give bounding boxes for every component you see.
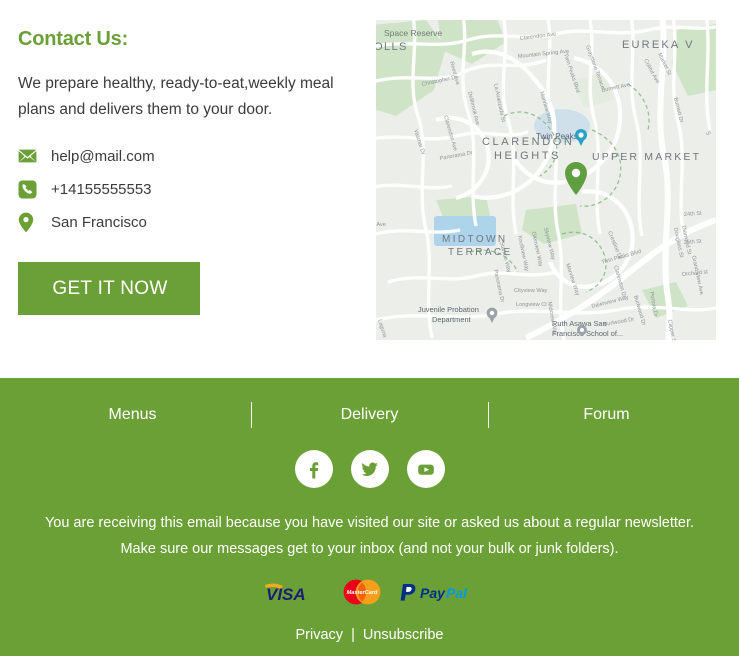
footer-link-menus[interactable]: Menus xyxy=(53,406,213,424)
mastercard-logo: MasterCard xyxy=(339,578,385,611)
contact-details-list: help@mail.com +14155555553 San Francisco xyxy=(18,145,363,233)
twitter-icon[interactable] xyxy=(350,450,389,488)
contact-phone-text: +14155555553 xyxy=(51,180,152,198)
privacy-link[interactable]: Privacy xyxy=(296,627,344,643)
footer-navigation: Menus Delivery Forum xyxy=(0,378,739,444)
nav-divider xyxy=(487,402,489,428)
svg-text:Juvenile Probation: Juvenile Probation xyxy=(418,305,479,314)
svg-text:EUREKA V: EUREKA V xyxy=(622,39,695,51)
location-pin-icon xyxy=(18,212,44,233)
contact-location-text: San Francisco xyxy=(51,213,147,231)
contact-column: Contact Us: We prepare healthy, ready-to… xyxy=(18,28,363,315)
svg-text:Pal: Pal xyxy=(446,585,468,601)
unsubscribe-link[interactable]: Unsubscribe xyxy=(363,627,444,643)
youtube-icon[interactable] xyxy=(406,450,445,488)
svg-text:Department: Department xyxy=(432,315,471,324)
payment-methods: VISA MasterCard Pay Pal xyxy=(0,578,739,611)
svg-text:UPPER MARKET: UPPER MARKET xyxy=(592,151,701,163)
paypal-logo: Pay Pal xyxy=(399,581,477,608)
svg-text:MIDTOWN: MIDTOWN xyxy=(442,234,508,245)
svg-text:24th St: 24th St xyxy=(684,211,703,218)
facebook-icon[interactable] xyxy=(294,450,333,488)
email-footer-page: Contact Us: We prepare healthy, ready-to… xyxy=(0,0,739,656)
newsletter-disclaimer: You are receiving this email because you… xyxy=(44,515,695,557)
svg-text:MasterCard: MasterCard xyxy=(346,590,377,596)
svg-text:HEIGHTS: HEIGHTS xyxy=(494,150,561,162)
svg-text:Cityview Way: Cityview Way xyxy=(514,288,548,294)
contact-description: We prepare healthy, ready-to-eat,weekly … xyxy=(18,75,334,118)
phone-icon xyxy=(18,180,44,199)
svg-text:Pay: Pay xyxy=(420,585,446,601)
visa-logo: VISA xyxy=(263,581,325,608)
contact-email-text: help@mail.com xyxy=(51,147,155,165)
envelope-icon xyxy=(18,149,44,163)
svg-text:Twin Peaks: Twin Peaks xyxy=(536,132,578,141)
svg-text:Francisco School of...: Francisco School of... xyxy=(552,329,623,338)
footer-link-delivery[interactable]: Delivery xyxy=(290,406,450,424)
svg-text:VISA: VISA xyxy=(266,585,306,603)
footer: Menus Delivery Forum You are receiving t… xyxy=(0,378,739,656)
legal-links: Privacy | Unsubscribe xyxy=(0,627,739,643)
svg-text:Longview Ct: Longview Ct xyxy=(516,302,547,308)
svg-text:o Ave: o Ave xyxy=(376,222,386,228)
contact-email-row[interactable]: help@mail.com xyxy=(18,145,363,167)
social-links xyxy=(0,450,739,488)
page-title: Contact Us: xyxy=(18,28,129,50)
map-canvas: Space Reserve OLLS EUREKA V CLARENDON HE… xyxy=(376,20,716,340)
get-it-now-button[interactable]: GET IT NOW xyxy=(18,262,200,315)
contact-section: Contact Us: We prepare healthy, ready-to… xyxy=(0,0,739,378)
svg-text:Space Reserve: Space Reserve xyxy=(384,28,442,38)
location-map[interactable]: Space Reserve OLLS EUREKA V CLARENDON HE… xyxy=(376,20,716,340)
contact-phone-row[interactable]: +14155555553 xyxy=(18,178,363,200)
nav-divider xyxy=(250,402,252,428)
svg-text:OLLS: OLLS xyxy=(376,41,408,53)
contact-location-row[interactable]: San Francisco xyxy=(18,211,363,233)
footer-link-forum[interactable]: Forum xyxy=(527,406,687,424)
link-separator: | xyxy=(351,627,355,643)
